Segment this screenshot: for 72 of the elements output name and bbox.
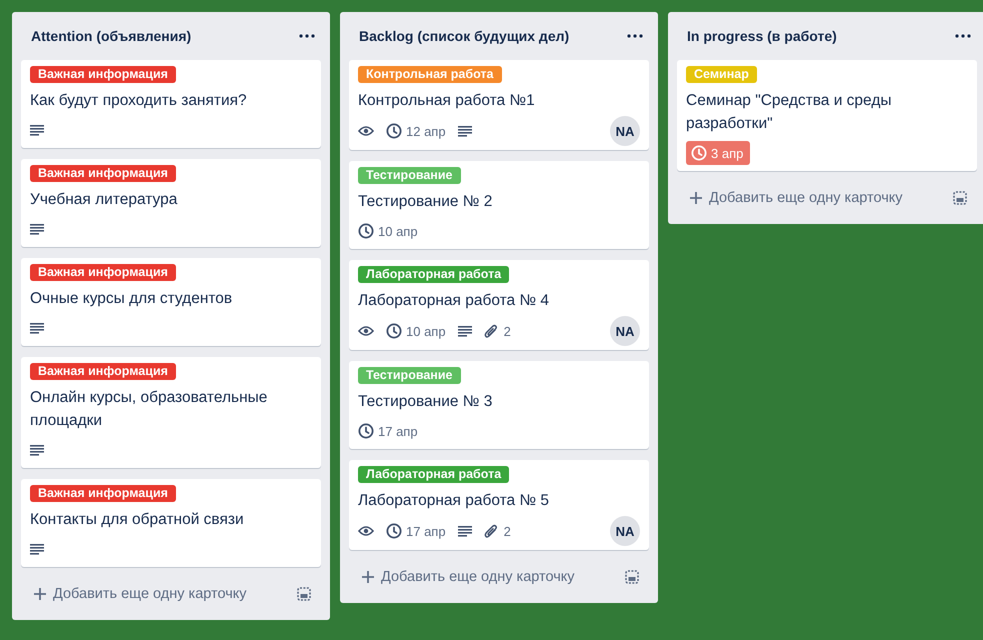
more-icon[interactable] xyxy=(955,34,971,38)
card-title: Очные курсы для студентов xyxy=(30,289,232,309)
card-title: Лабораторная работа № 5 xyxy=(358,491,550,511)
card-title: Как будут проходить занятия? xyxy=(30,91,247,111)
card-title: Контакты для обратной связи xyxy=(30,510,244,530)
card-label[interactable]: Важная информация xyxy=(30,66,176,83)
card[interactable]: Тестирование Тестирование № 3 17 апр xyxy=(349,361,649,449)
attachment-count: 2 xyxy=(504,524,511,538)
clock-icon xyxy=(691,145,707,161)
clock-icon xyxy=(358,223,374,239)
due-date: 3 апр xyxy=(711,146,744,160)
description-icon xyxy=(458,526,472,536)
description-icon xyxy=(30,124,44,136)
description-icon xyxy=(458,126,472,136)
card-title: Семинар "Средства и среды разработки" xyxy=(686,91,893,134)
card[interactable]: Важная информация Учебная литература xyxy=(21,159,321,247)
list-title: In progress (в работе) xyxy=(687,28,837,44)
more-icon[interactable] xyxy=(627,34,643,38)
due-date: 12 апр xyxy=(406,124,446,138)
card[interactable]: Важная информация Онлайн курсы, образовательные площадки xyxy=(21,357,321,468)
card[interactable]: Лабораторная работа Лабораторная работа № 4 10 апр 2 NA xyxy=(349,260,649,350)
card-title: Онлайн курсы, образовательные площадки xyxy=(30,388,268,431)
due-date: 17 апр xyxy=(378,424,418,438)
card-label[interactable]: Важная информация xyxy=(30,165,176,182)
add-card-button[interactable]: Добавить еще одну карточку xyxy=(25,580,255,608)
plus-icon xyxy=(33,587,47,601)
member-avatar[interactable]: NA xyxy=(610,516,640,546)
attachment-count: 2 xyxy=(504,324,511,338)
list-title: Backlog (список будущих дел) xyxy=(359,28,570,44)
description-icon xyxy=(30,444,44,456)
plus-icon xyxy=(361,570,375,584)
list-title: Attention (объявления) xyxy=(31,28,192,44)
card-title: Учебная литература xyxy=(30,190,178,210)
card-title: Тестирование № 3 xyxy=(358,392,492,412)
member-avatar[interactable]: NA xyxy=(610,116,640,146)
card[interactable]: Лабораторная работа Лабораторная работа № 5 17 апр 2 NA xyxy=(349,460,649,550)
card-label[interactable]: Важная информация xyxy=(30,485,176,502)
card[interactable]: Важная информация Очные курсы для студентов xyxy=(21,258,321,346)
clock-icon xyxy=(358,423,374,439)
more-icon[interactable] xyxy=(299,34,315,38)
plus-icon xyxy=(689,191,703,205)
paperclip-icon xyxy=(484,324,498,338)
card-label[interactable]: Важная информация xyxy=(30,264,176,281)
eye-icon xyxy=(358,125,374,137)
card[interactable]: Важная информация Контакты для обратной связи xyxy=(21,479,321,567)
clock-icon xyxy=(386,123,402,139)
eye-icon xyxy=(358,325,374,337)
card-label[interactable]: Важная информация xyxy=(30,363,176,380)
clock-icon xyxy=(386,523,402,539)
clock-icon xyxy=(386,323,402,339)
card[interactable]: Тестирование Тестирование № 2 10 апр xyxy=(349,161,649,249)
paperclip-icon xyxy=(484,524,498,538)
description-icon xyxy=(30,544,44,554)
due-date: 10 апр xyxy=(406,324,446,338)
due-date: 17 апр xyxy=(406,524,446,538)
add-card-button[interactable]: Добавить еще одну карточку xyxy=(353,563,583,591)
template-icon[interactable] xyxy=(953,191,967,205)
template-icon[interactable] xyxy=(625,570,639,584)
add-card-button[interactable]: Добавить еще одну карточку xyxy=(681,184,911,212)
card-title: Контрольная работа №1 xyxy=(358,91,535,111)
card-title: Лабораторная работа № 4 xyxy=(358,291,550,311)
template-icon[interactable] xyxy=(297,587,311,601)
description-icon xyxy=(458,326,472,336)
card[interactable]: Контрольная работа Контрольная работа №1 12 апр NA xyxy=(349,60,649,150)
due-date: 10 апр xyxy=(378,224,418,238)
member-avatar[interactable]: NA xyxy=(610,316,640,346)
description-icon xyxy=(30,224,44,234)
description-icon xyxy=(30,322,44,334)
card[interactable]: Важная информация Как будут проходить занятия? xyxy=(21,60,321,148)
card-title: Тестирование № 2 xyxy=(358,192,492,212)
card[interactable]: Семинар Семинар "Средства и среды разработки" 3 апр xyxy=(677,60,977,171)
eye-icon xyxy=(358,525,374,537)
